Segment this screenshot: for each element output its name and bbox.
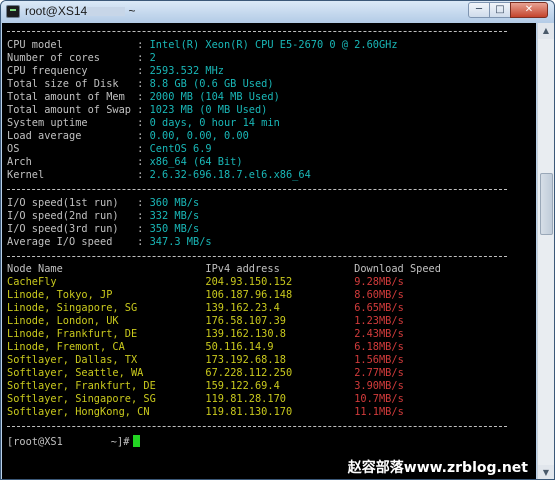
terminal-window: root@XS14 ~ ─ □ ✕ CPU model : Intel(R) X… <box>0 0 555 480</box>
sys-row-mem: Total amount of Mem : 2000 MB (104 MB Us… <box>7 91 280 103</box>
minimize-button[interactable]: ─ <box>468 2 490 18</box>
sys-row-cores: Number of cores : 2 <box>7 52 156 64</box>
window-title: root@XS14 ~ <box>25 4 136 18</box>
separator <box>7 189 507 190</box>
window-controls: ─ □ ✕ <box>468 2 548 18</box>
table-row: Softlayer, Frankfurt, DE 159.122.69.4 3.… <box>7 380 404 392</box>
io-row-run1: I/O speed(1st run) : 360 MB/s <box>7 197 200 209</box>
table-row: Linode, Frankfurt, DE 139.162.130.8 2.43… <box>7 328 404 340</box>
io-row-average: Average I/O speed : 347.3 MB/s <box>7 236 212 248</box>
table-row: Softlayer, Singapore, SG 119.81.28.170 1… <box>7 393 404 405</box>
table-row: Softlayer, HongKong, CN 119.81.130.170 1… <box>7 406 404 418</box>
table-row: Softlayer, Dallas, TX 173.192.68.18 1.56… <box>7 354 404 366</box>
shell-prompt[interactable]: [root@XS1 ~]# <box>7 435 141 448</box>
terminal-output[interactable]: CPU model : Intel(R) Xeon(R) CPU E5-2670… <box>2 23 536 479</box>
sys-row-disk: Total size of Disk : 8.8 GB (0.6 GB Used… <box>7 78 274 90</box>
table-row: Linode, London, UK 176.58.107.39 1.23MB/… <box>7 315 404 327</box>
scroll-thumb[interactable] <box>540 173 553 235</box>
io-row-run2: I/O speed(2nd run) : 332 MB/s <box>7 210 200 222</box>
table-row: Linode, Fremont, CA 50.116.14.9 6.18MB/s <box>7 341 404 353</box>
table-row: Softlayer, Seattle, WA 67.228.112.250 2.… <box>7 367 404 379</box>
vertical-scrollbar[interactable]: ▲ ▼ <box>537 23 554 479</box>
sys-row-swap: Total amount of Swap : 1023 MB (0 MB Use… <box>7 104 268 116</box>
sys-row-uptime: System uptime : 0 days, 0 hour 14 min <box>7 117 280 129</box>
table-row: Linode, Singapore, SG 139.162.23.4 6.65M… <box>7 302 404 314</box>
close-button[interactable]: ✕ <box>510 2 548 18</box>
sys-row-cpu-model: CPU model : Intel(R) Xeon(R) CPU E5-2670… <box>7 39 398 51</box>
title-bar[interactable]: root@XS14 ~ ─ □ ✕ <box>1 1 554 23</box>
text-cursor <box>133 435 141 447</box>
io-row-run3: I/O speed(3rd run) : 350 MB/s <box>7 223 200 235</box>
separator <box>7 426 507 427</box>
table-row: Linode, Tokyo, JP 106.187.96.148 8.60MB/… <box>7 289 404 301</box>
sys-row-kernel: Kernel : 2.6.32-696.18.7.el6.x86_64 <box>7 169 311 181</box>
maximize-button[interactable]: □ <box>489 2 511 18</box>
separator <box>7 31 507 32</box>
window-title-suffix: ~ <box>125 4 136 18</box>
terminal-app-icon <box>6 5 20 18</box>
redacted-host-blur <box>87 7 126 17</box>
table-row: CacheFly 204.93.150.152 9.28MB/s <box>7 276 404 288</box>
separator <box>7 256 507 257</box>
sys-row-frequency: CPU frequency : 2593.532 MHz <box>7 65 224 77</box>
window-title-prefix: root@XS14 <box>25 4 88 18</box>
sys-row-load: Load average : 0.00, 0.00, 0.00 <box>7 130 249 142</box>
sys-row-arch: Arch : x86_64 (64 Bit) <box>7 156 243 168</box>
table-header: Node Name IPv4 address Download Speed <box>7 263 441 275</box>
watermark-text: 赵容部落www.zrblog.net <box>347 460 528 476</box>
scroll-down-arrow-icon[interactable]: ▼ <box>538 465 554 479</box>
sys-row-os: OS : CentOS 6.9 <box>7 143 212 155</box>
scroll-up-arrow-icon[interactable]: ▲ <box>538 23 554 39</box>
